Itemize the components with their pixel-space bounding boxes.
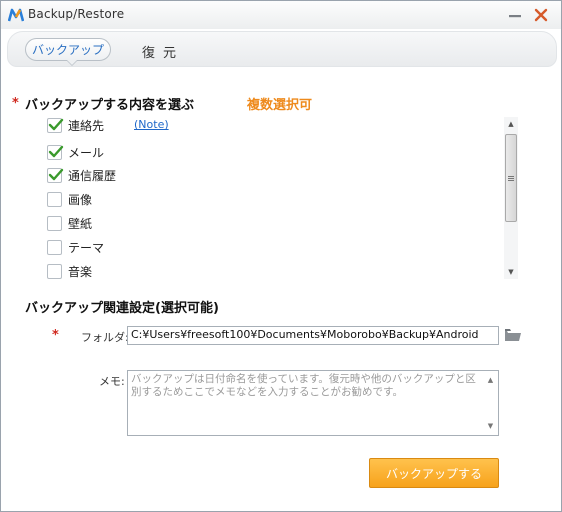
title-bar: Backup/Restore: [1, 1, 561, 29]
checkmark-icon: [48, 168, 64, 180]
content-checklist: 連絡先 (Note) メール 通信履歴 画像 壁紙 テーマ 音楽: [41, 114, 519, 280]
list-item-label: 画像: [68, 192, 93, 207]
checklist-scrollbar[interactable]: ▲ ▼: [504, 117, 518, 279]
multi-select-note: 複数選択可: [247, 98, 313, 113]
window-title: Backup/Restore: [28, 7, 125, 21]
note-link[interactable]: (Note): [134, 118, 169, 131]
list-item-label: テーマ: [68, 240, 105, 255]
list-item-wallpaper[interactable]: 壁紙: [47, 213, 92, 233]
list-item-label: 通信履歴: [68, 168, 117, 183]
content-section-title: バックアップする内容を選ぶ: [25, 98, 195, 113]
close-button[interactable]: [531, 5, 551, 25]
list-item-label: メール: [68, 145, 105, 160]
folder-path-field[interactable]: C:¥Users¥freesoft100¥Documents¥Moborobo¥…: [127, 326, 499, 345]
tab-backup[interactable]: バックアップ: [25, 38, 111, 61]
scroll-up-icon[interactable]: ▲: [504, 117, 518, 131]
settings-section-title: バックアップ関連設定(選択可能): [25, 301, 219, 316]
scroll-up-icon[interactable]: ▲: [484, 374, 497, 386]
folder-icon[interactable]: [504, 328, 522, 342]
backup-button[interactable]: バックアップする: [369, 458, 499, 488]
checkmark-icon: [48, 118, 64, 130]
checkmark-icon: [48, 145, 64, 157]
scrollbar-thumb[interactable]: [505, 134, 517, 222]
checkbox-call-history[interactable]: [47, 167, 64, 183]
active-tab-pointer-fill: [67, 60, 77, 65]
moborobo-logo-icon: [8, 8, 24, 22]
list-item-label: 壁紙: [68, 216, 93, 231]
tab-restore[interactable]: 復元: [142, 42, 184, 61]
list-item-contacts[interactable]: 連絡先 (Note): [47, 115, 169, 135]
backup-restore-window: Backup/Restore バックアップ 復元 * バックアップする内容を選ぶ…: [0, 0, 562, 512]
scroll-down-icon[interactable]: ▼: [484, 420, 497, 432]
grip-icon: [508, 177, 514, 179]
required-mark: *: [12, 96, 19, 111]
scroll-down-icon[interactable]: ▼: [504, 265, 518, 279]
list-item-label: 音楽: [68, 264, 93, 279]
checkbox-music[interactable]: [47, 263, 62, 279]
folder-label: フォルダ:: [81, 331, 129, 344]
list-item-theme[interactable]: テーマ: [47, 237, 104, 257]
memo-placeholder: バックアップは日付命名を使っています。復元時や他のバックアップと区別するためここ…: [131, 373, 476, 398]
checkbox-images[interactable]: [47, 191, 62, 207]
list-item-images[interactable]: 画像: [47, 189, 92, 209]
checkbox-wallpaper[interactable]: [47, 215, 62, 231]
tab-bar: バックアップ 復元: [7, 31, 557, 67]
close-icon: [534, 8, 548, 22]
required-mark: *: [52, 328, 59, 343]
list-item-label: 連絡先: [68, 118, 105, 133]
memo-label: メモ:: [99, 375, 125, 388]
memo-textarea[interactable]: バックアップは日付命名を使っています。復元時や他のバックアップと区別するためここ…: [127, 370, 499, 436]
minimize-icon: [509, 15, 521, 18]
checkbox-contacts[interactable]: [47, 117, 64, 133]
list-item-mail[interactable]: メール: [47, 142, 104, 162]
list-item-call-history[interactable]: 通信履歴: [47, 165, 116, 185]
checkbox-theme[interactable]: [47, 239, 62, 255]
minimize-button[interactable]: [505, 5, 525, 25]
list-item-music[interactable]: 音楽: [47, 261, 92, 281]
checkbox-mail[interactable]: [47, 144, 64, 160]
memo-scrollbar[interactable]: ▲ ▼: [484, 372, 497, 434]
